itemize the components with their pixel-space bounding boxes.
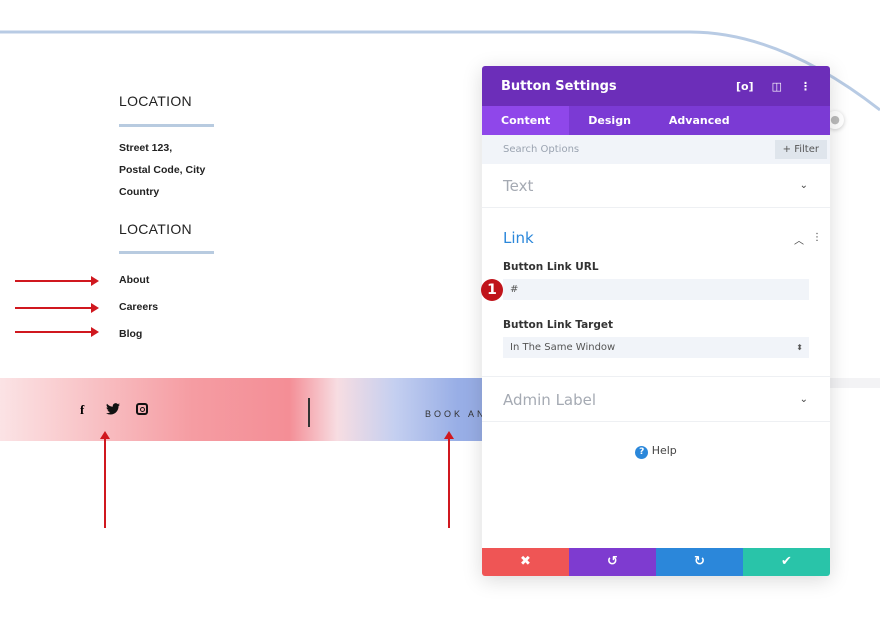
annotation-arrow	[100, 431, 110, 528]
section-admin-label[interactable]: Admin Label ⌄	[482, 377, 830, 422]
cancel-button[interactable]: ✖	[482, 548, 569, 576]
help-link[interactable]: ? Help	[482, 444, 830, 459]
annotation-arrow	[15, 276, 99, 286]
address-line: Street 123,	[119, 142, 173, 154]
panel-title: Button Settings	[501, 78, 617, 94]
annotation-arrow	[444, 431, 454, 528]
annotation-arrow	[15, 303, 99, 313]
select-arrows-icon: ⬍	[796, 343, 803, 352]
address-line: Postal Code, City	[119, 164, 206, 176]
section-title: Text	[503, 177, 534, 195]
target-value: In The Same Window	[510, 342, 616, 353]
instagram-icon[interactable]	[136, 403, 148, 415]
more-options-icon[interactable]: ⋮	[800, 80, 811, 93]
location-heading: LOCATION	[119, 93, 192, 109]
facebook-icon[interactable]: f	[80, 402, 84, 418]
annotation-arrow	[15, 327, 99, 337]
fullscreen-icon[interactable]: [o]	[736, 80, 754, 93]
save-button[interactable]: ✔	[743, 548, 830, 576]
location-heading: LOCATION	[119, 221, 192, 237]
step-badge: 1	[481, 279, 503, 301]
twitter-icon[interactable]	[106, 403, 120, 415]
help-label: Help	[651, 444, 677, 457]
footer-band	[0, 378, 482, 441]
filter-button[interactable]: + Filter	[774, 140, 827, 159]
undo-button[interactable]: ↺	[569, 548, 656, 576]
tab-design[interactable]: Design	[569, 106, 650, 135]
target-select[interactable]: In The Same Window ⬍	[503, 337, 809, 358]
url-input[interactable]: #	[503, 279, 809, 300]
section-title: Admin Label	[503, 391, 597, 409]
section-text[interactable]: Text ⌄	[482, 164, 830, 208]
target-label: Button Link Target	[503, 319, 613, 331]
divider	[119, 251, 214, 254]
split-view-icon[interactable]: ◫	[772, 80, 782, 93]
section-link: Link ︿ ⋮ Button Link URL # Button Link Ta…	[482, 208, 830, 377]
redo-button[interactable]: ↻	[656, 548, 743, 576]
address-line: Country	[119, 186, 160, 198]
tab-advanced[interactable]: Advanced	[650, 106, 749, 135]
chevron-up-icon[interactable]: ︿	[794, 232, 804, 247]
tab-content[interactable]: Content	[482, 106, 570, 135]
more-options-icon[interactable]: ⋮	[812, 232, 822, 243]
link-careers[interactable]: Careers	[119, 301, 158, 313]
url-label: Button Link URL	[503, 261, 599, 273]
book-button[interactable]: BOOK AN	[425, 409, 487, 419]
chevron-down-icon[interactable]: ⌄	[800, 394, 808, 405]
chevron-down-icon[interactable]: ⌄	[800, 180, 808, 191]
divider	[308, 398, 310, 427]
link-about[interactable]: About	[119, 274, 149, 286]
button-settings-panel: Button Settings [o] ◫ ⋮ Content Design Adv…	[482, 66, 830, 576]
divider	[119, 124, 214, 127]
help-icon: ?	[635, 446, 649, 459]
link-blog[interactable]: Blog	[119, 328, 142, 340]
section-title[interactable]: Link	[503, 229, 534, 247]
search-input[interactable]: Search Options	[503, 144, 579, 155]
